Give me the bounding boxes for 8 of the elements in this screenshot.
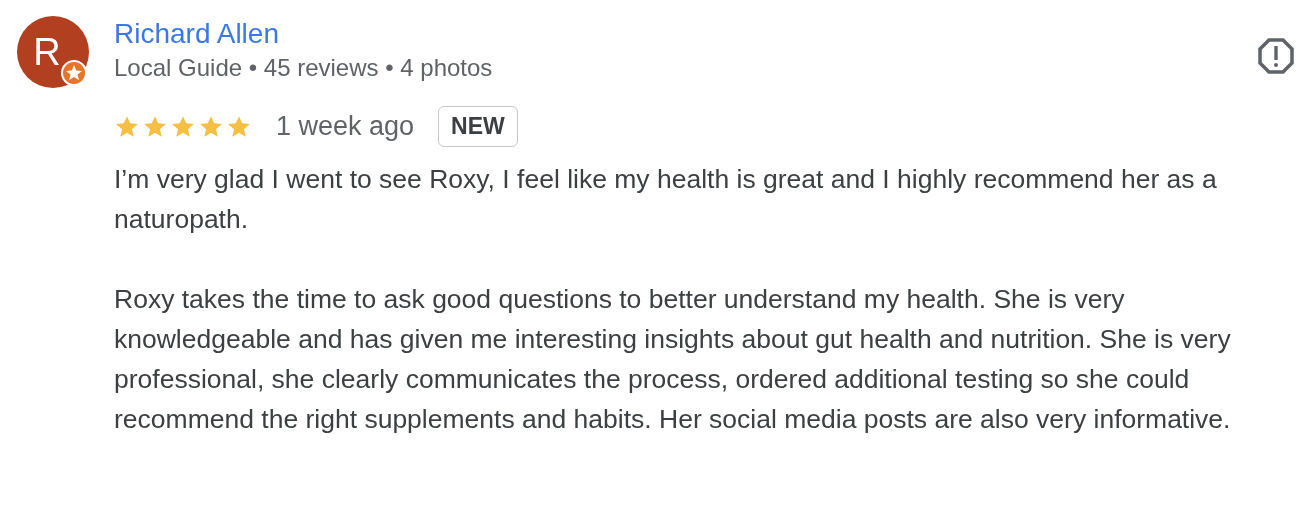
new-badge: NEW	[438, 106, 518, 147]
reviewer-name-link[interactable]: Richard Allen	[114, 18, 279, 50]
avatar[interactable]: R	[17, 16, 89, 88]
report-icon[interactable]	[1257, 37, 1295, 75]
reviewer-meta: Local Guide • 45 reviews • 4 photos	[114, 54, 493, 82]
review-paragraph: Roxy takes the time to ask good questions to better understand my health. She is very knowledgeable and has given me interesting insights about gut health and nutrition. She is very professional, she clearly communicates the process, ordered additional testing so she could recommend the right supplements and habits. Her social media posts are also very informative.	[114, 283, 1232, 436]
review-time: 1 week ago	[276, 111, 415, 142]
review-paragraph: I’m very glad I went to see Roxy, I feel like my health is great and I highly recommend her as a naturopath.	[114, 163, 1218, 236]
